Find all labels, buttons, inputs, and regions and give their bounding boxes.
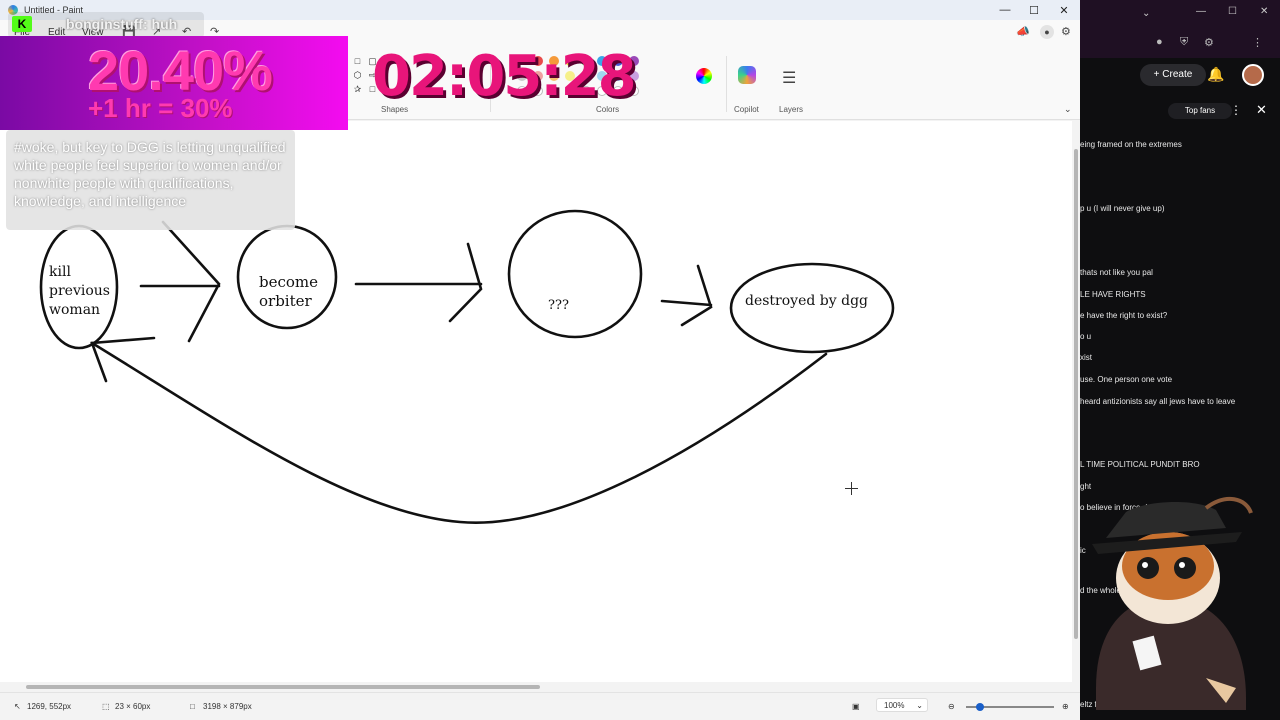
settings-gear-icon[interactable]: ⚙ xyxy=(1061,25,1071,38)
chat-message: LE HAVE RIGHTS xyxy=(1080,290,1146,299)
return-arrow xyxy=(90,341,828,524)
fit-screen-icon[interactable]: ▣ xyxy=(852,702,860,711)
horizontal-scrollbar[interactable] xyxy=(0,682,1072,692)
vtuber-mascot-image xyxy=(1092,497,1253,710)
node-orbiter-label: become orbiter xyxy=(259,273,319,310)
canvas-size: 3198 × 879px xyxy=(203,702,252,711)
ribbon-collapse-chevron-icon[interactable]: ⌄ xyxy=(1064,104,1072,115)
kebab-menu-icon[interactable]: ⋮ xyxy=(1230,103,1242,117)
vertical-scroll-thumb[interactable] xyxy=(1074,149,1078,639)
extensions-icon[interactable]: ⚙ xyxy=(1204,36,1214,49)
star-shape-icon[interactable]: ✰ xyxy=(353,85,362,94)
layers-group-label: Layers xyxy=(779,105,804,114)
chat-message: o u xyxy=(1080,332,1092,341)
status-bar: ↖ 1269, 552px ⬚ 23 × 60px □ 3198 × 879px… xyxy=(0,692,1080,720)
layers-icon[interactable]: ☰ xyxy=(782,68,796,88)
account-icon[interactable]: ● xyxy=(1040,25,1054,39)
chat-message: thats not like you pal xyxy=(1080,268,1153,277)
node-destroyed-label: destroyed by dgg xyxy=(745,293,868,309)
minimize-icon[interactable]: — xyxy=(990,0,1020,20)
streamer-name: bonginstuff: huh xyxy=(66,16,178,32)
stream-timer: 02:05:28 xyxy=(372,44,637,109)
zoom-value: 100% xyxy=(884,701,905,710)
node-question-label: ??? xyxy=(548,298,569,313)
maximize-icon[interactable]: ☐ xyxy=(1228,6,1237,17)
feedback-icon[interactable]: 📣 xyxy=(1016,25,1030,38)
node-kill-label: kill previous woman xyxy=(49,264,110,318)
zoom-out-icon[interactable]: ⊖ xyxy=(948,702,955,711)
crosshair-cursor-icon xyxy=(845,482,858,495)
edit-colors-icon[interactable] xyxy=(696,68,712,84)
cursor-position: 1269, 552px xyxy=(27,702,72,711)
copilot-icon[interactable] xyxy=(738,66,756,84)
copilot-group-label: Copilot xyxy=(734,105,759,114)
close-icon[interactable]: ✕ xyxy=(1049,0,1079,20)
zoom-select[interactable]: 100% ⌄ xyxy=(876,698,928,712)
selection-icon: ⬚ xyxy=(102,702,110,711)
chat-message: use. One person one vote xyxy=(1080,375,1173,384)
chevron-down-icon[interactable]: ⌄ xyxy=(1142,8,1150,19)
top-fans-label: Top fans xyxy=(1184,106,1216,115)
arrow-2 xyxy=(354,242,483,323)
shield-icon[interactable]: ⛨ xyxy=(1180,36,1188,49)
close-icon[interactable]: ✕ xyxy=(1260,6,1268,17)
kick-logo-icon: K xyxy=(12,16,32,32)
stream-note-overlay: #woke, but key to DGG is letting unquali… xyxy=(6,130,295,230)
horizontal-scroll-thumb[interactable] xyxy=(26,685,540,689)
create-button-label: Create xyxy=(1162,69,1193,80)
chevron-down-icon: ⌄ xyxy=(916,701,923,710)
canvas-size-icon: □ xyxy=(190,702,195,711)
pointer-icon: ↖ xyxy=(14,702,21,711)
rectangle-shape-icon[interactable]: □ xyxy=(353,57,362,66)
minimize-icon[interactable]: — xyxy=(1196,6,1206,17)
percent-overlay: 20.40% +1 hr = 30% xyxy=(0,36,348,130)
overlay-note-text: #woke, but key to DGG is letting unquali… xyxy=(14,139,286,209)
chat-message: eing framed on the extremes xyxy=(1080,140,1182,149)
maximize-icon[interactable]: ☐ xyxy=(1019,0,1049,20)
close-chat-icon[interactable]: ✕ xyxy=(1256,102,1267,118)
browser-tab-strip: ⌄ — ☐ ✕ ● ⛨ ⚙ ⋮ xyxy=(1080,0,1280,58)
node-question xyxy=(507,209,643,339)
ribbon-divider xyxy=(726,56,727,112)
menu-icon[interactable]: ⋮ xyxy=(1252,36,1263,49)
chat-message: L TIME POLITICAL PUNDIT BRO xyxy=(1080,460,1200,469)
chat-message: heard antizionists say all jews have to … xyxy=(1080,397,1236,406)
streamer-tag: bonginstuff: huh xyxy=(8,12,204,38)
chat-message: xist xyxy=(1080,353,1092,362)
hexagon-shape-icon[interactable]: ⬡ xyxy=(353,71,362,80)
arrow-3 xyxy=(660,264,713,327)
chat-message: e have the right to exist? xyxy=(1080,311,1168,320)
selection-size: 23 × 60px xyxy=(115,702,151,711)
plus-icon: + xyxy=(1153,69,1160,80)
percent-subtitle: +1 hr = 30% xyxy=(88,93,233,123)
top-fans-button[interactable]: Top fans xyxy=(1168,103,1232,119)
profile-icon[interactable]: ● xyxy=(1156,36,1163,48)
avatar[interactable] xyxy=(1242,64,1264,86)
chat-message: ic xyxy=(1080,546,1086,555)
zoom-slider-thumb[interactable] xyxy=(976,703,984,711)
zoom-in-icon[interactable]: ⊕ xyxy=(1062,702,1069,711)
create-button[interactable]: + Create xyxy=(1140,64,1206,86)
arrow-1 xyxy=(139,220,221,343)
notifications-bell-icon[interactable]: 🔔 xyxy=(1207,66,1224,83)
vertical-scrollbar[interactable] xyxy=(1072,121,1080,682)
chat-message: p u (I will never give up) xyxy=(1080,204,1165,213)
